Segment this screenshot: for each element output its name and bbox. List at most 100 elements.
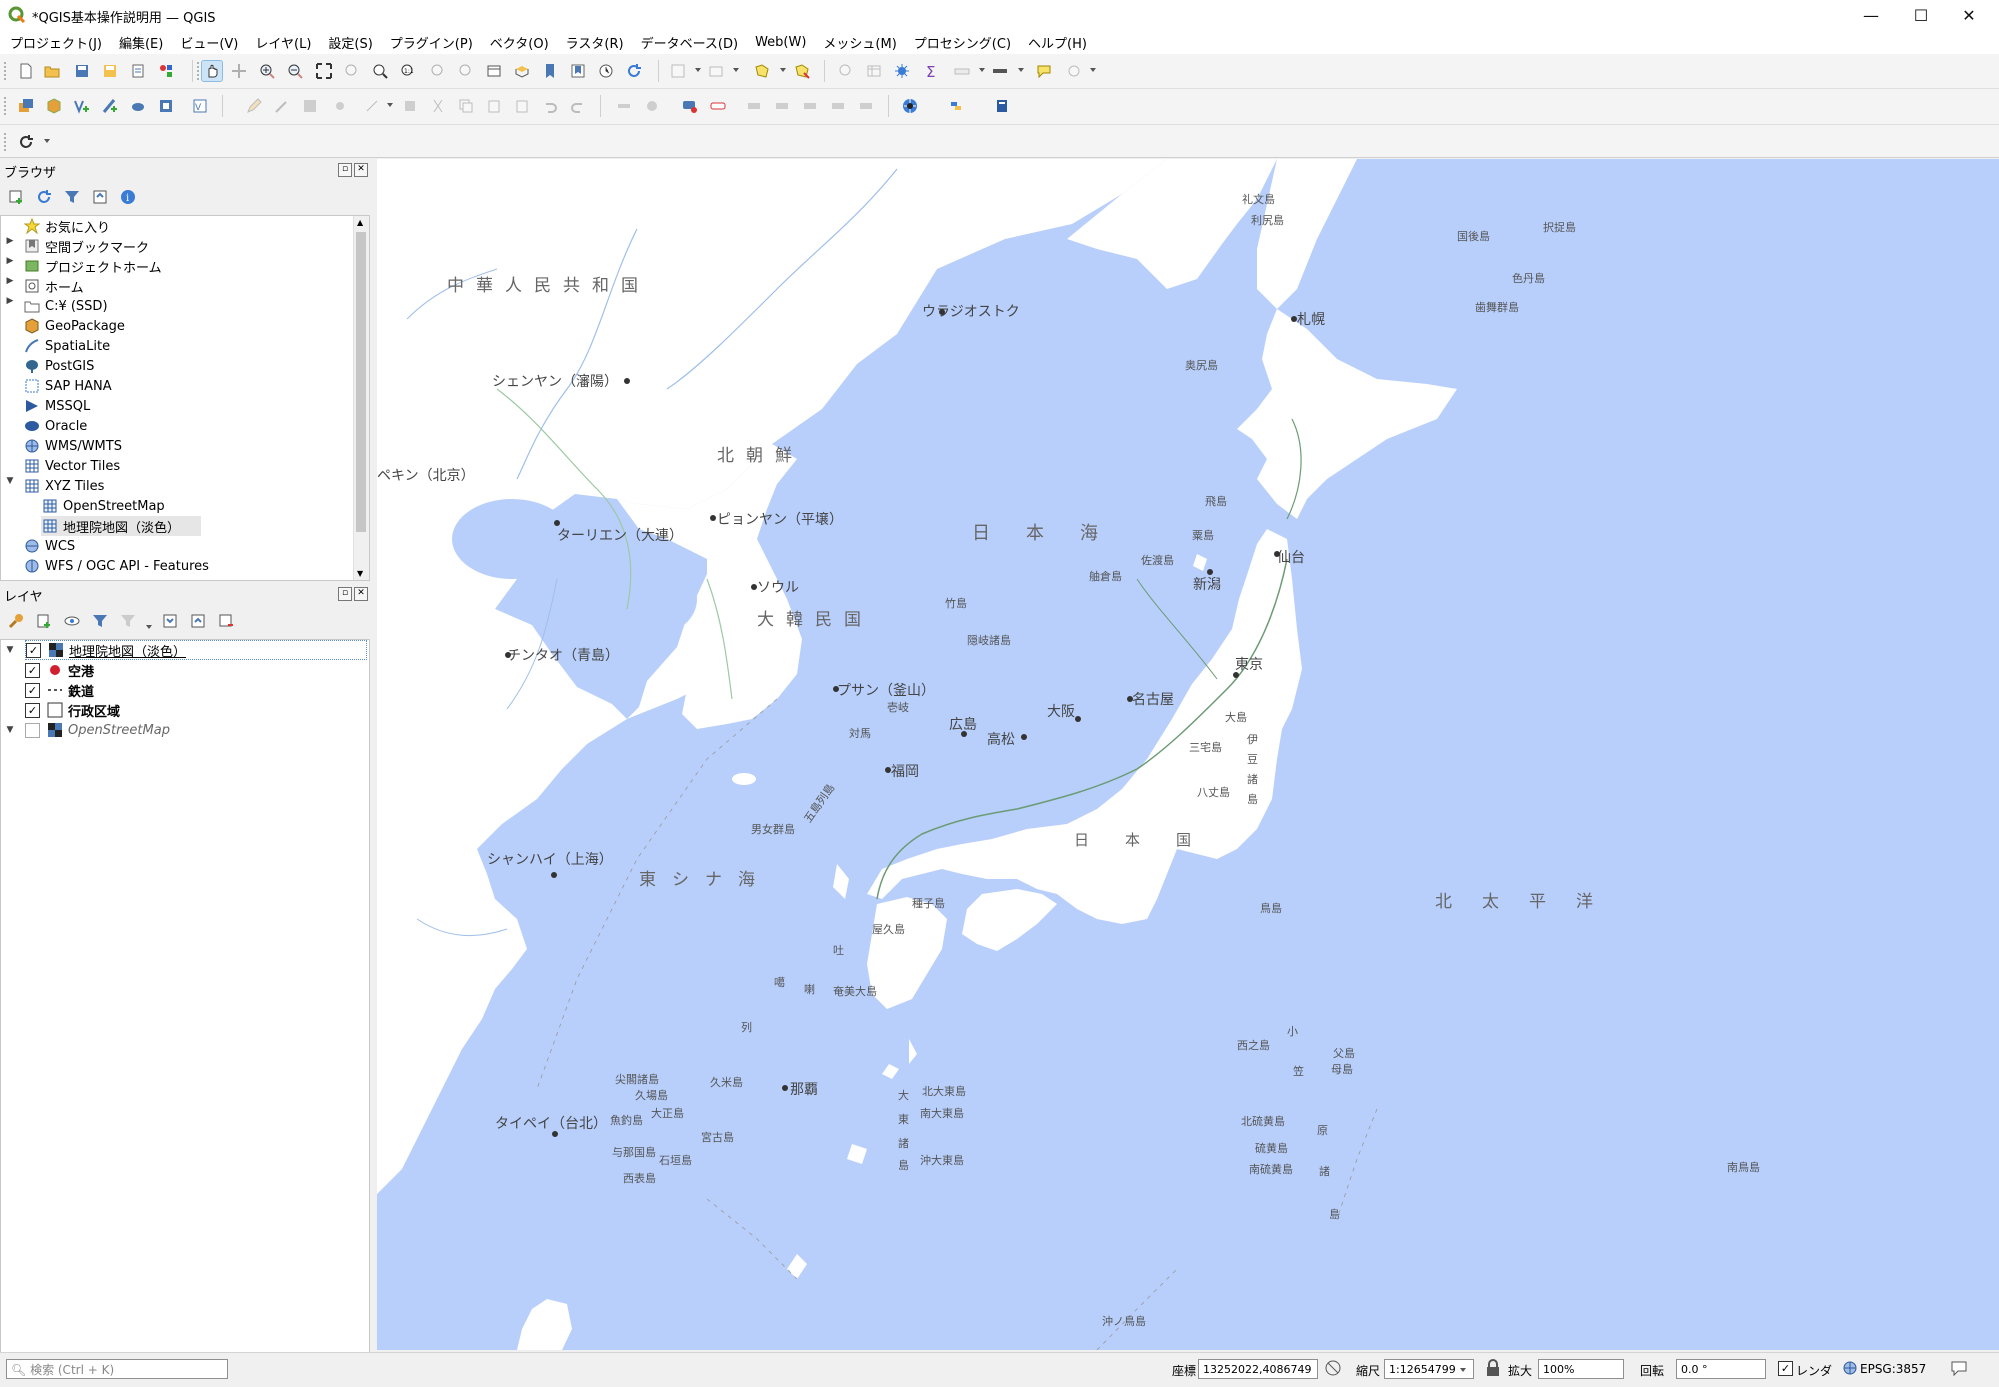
pan-hand-icon[interactable] xyxy=(201,60,223,82)
new-map-view-icon[interactable] xyxy=(484,61,504,81)
zoom-layer-icon[interactable] xyxy=(370,61,390,81)
save-as-icon[interactable] xyxy=(100,61,120,81)
panel-float-icon[interactable]: ▫ xyxy=(338,587,352,601)
magnifier-spinbox[interactable]: 100% xyxy=(1538,1359,1624,1379)
data-source-manager-icon[interactable] xyxy=(16,96,36,116)
statistics-sigma-icon[interactable]: Σ xyxy=(922,61,942,81)
remove-layer-icon[interactable] xyxy=(216,611,236,631)
cut-features-icon[interactable] xyxy=(428,96,448,116)
filter-legend-icon[interactable] xyxy=(90,611,110,631)
browser-item-wcs[interactable]: WCS xyxy=(23,536,75,556)
browser-item-project-home[interactable]: プロジェクトホーム xyxy=(23,256,162,276)
label-pin-all-icon[interactable] xyxy=(856,96,876,116)
menu-project[interactable]: プロジェクト(J) xyxy=(0,33,109,52)
add-virtual-layer-icon[interactable]: V xyxy=(190,96,210,116)
menu-plugins[interactable]: プラグイン(P) xyxy=(380,33,480,52)
rotation-spinbox[interactable]: 0.0 ° xyxy=(1676,1359,1766,1379)
scroll-thumb[interactable] xyxy=(356,232,366,532)
add-spatialite-icon[interactable] xyxy=(128,96,148,116)
map-canvas[interactable]: 中華人民共和国 ウラジオストク シェンヤン（瀋陽） 北朝鮮 ペキン（北京） ター… xyxy=(377,159,1999,1350)
toolbar-grip[interactable] xyxy=(4,133,9,151)
collapse-arrow-icon[interactable]: ▼ xyxy=(5,725,15,735)
collapse-all-layers-icon[interactable] xyxy=(188,611,208,631)
copy-features-icon[interactable] xyxy=(456,96,476,116)
open-project-icon[interactable] xyxy=(42,61,62,81)
layer-item-gsi-pale[interactable]: ✓ 地理院地図（淡色） xyxy=(25,640,367,660)
save-edits-icon[interactable] xyxy=(300,96,320,116)
show-bookmarks-icon[interactable] xyxy=(568,61,588,81)
add-group-icon[interactable] xyxy=(34,611,54,631)
add-raster-icon[interactable] xyxy=(156,96,176,116)
panel-close-icon[interactable]: ✕ xyxy=(354,587,368,601)
identify-select-icon[interactable] xyxy=(668,61,688,81)
toolbar-grip[interactable] xyxy=(4,97,9,115)
browser-item-oracle[interactable]: Oracle xyxy=(23,416,87,436)
browser-item-home[interactable]: ホーム xyxy=(23,276,84,296)
add-delimited-text-icon[interactable] xyxy=(100,96,120,116)
properties-info-icon[interactable]: i xyxy=(118,187,138,207)
menu-vector[interactable]: ベクタ(O) xyxy=(480,33,556,52)
messages-icon[interactable] xyxy=(1950,1359,1968,1380)
collapse-arrow-icon[interactable]: ▼ xyxy=(5,476,15,486)
pan-to-selection-icon[interactable] xyxy=(229,61,249,81)
select-features-icon[interactable] xyxy=(752,61,772,81)
browser-scrollbar[interactable]: ▲ ▼ xyxy=(353,216,369,580)
browser-item-gsi-pale[interactable]: 地理院地図（淡色） xyxy=(41,516,201,536)
ruler-icon[interactable] xyxy=(990,61,1010,81)
digitize-shape-icon[interactable] xyxy=(642,96,662,116)
new-project-icon[interactable] xyxy=(16,61,36,81)
expand-arrow-icon[interactable]: ▶ xyxy=(5,276,15,286)
zoom-full-icon[interactable] xyxy=(314,61,334,81)
select-by-value-icon[interactable] xyxy=(706,61,726,81)
label-rotate-icon[interactable] xyxy=(772,96,792,116)
zoom-selection-icon[interactable] xyxy=(342,61,362,81)
layer-visibility-checkbox[interactable] xyxy=(25,722,40,738)
expand-arrow-icon[interactable]: ▶ xyxy=(5,256,15,266)
vertex-tool-icon[interactable] xyxy=(362,96,382,116)
layer-visibility-checkbox[interactable]: ✓ xyxy=(26,642,41,658)
chevron-down-icon[interactable] xyxy=(1460,1368,1466,1372)
close-button[interactable]: ✕ xyxy=(1946,0,1992,30)
add-vector-icon[interactable] xyxy=(72,96,92,116)
browser-item-spatialite[interactable]: SpatiaLite xyxy=(23,336,110,356)
python-console-icon[interactable] xyxy=(946,96,966,116)
map-tips-icon[interactable] xyxy=(1034,61,1054,81)
undo-icon[interactable] xyxy=(540,96,560,116)
layer-item-openstreetmap[interactable]: OpenStreetMap xyxy=(25,720,170,740)
toolbar-grip[interactable] xyxy=(4,62,9,80)
browser-item-drive[interactable]: C:¥ (SSD) xyxy=(23,296,108,316)
panel-close-icon[interactable]: ✕ xyxy=(354,163,368,177)
collapse-all-icon[interactable] xyxy=(90,187,110,207)
zoom-last-icon[interactable] xyxy=(428,61,448,81)
new-bookmark-icon[interactable] xyxy=(540,61,560,81)
label-change-icon[interactable] xyxy=(800,96,820,116)
browser-item-xyz-tiles[interactable]: XYZ Tiles xyxy=(23,476,104,496)
collapse-arrow-icon[interactable]: ▼ xyxy=(5,645,15,655)
label-show-hide-icon[interactable] xyxy=(828,96,848,116)
browser-item-postgis[interactable]: PostGIS xyxy=(23,356,94,376)
menu-settings[interactable]: 設定(S) xyxy=(318,33,379,52)
style-manager-icon[interactable] xyxy=(156,61,176,81)
scroll-down-arrow[interactable]: ▼ xyxy=(357,569,363,578)
filter-browser-icon[interactable] xyxy=(62,187,82,207)
label-highlight-icon[interactable] xyxy=(708,96,728,116)
temporal-controller-icon[interactable] xyxy=(596,61,616,81)
browser-item-wfs[interactable]: WFS / OGC API - Features xyxy=(23,556,209,576)
zoom-next-icon[interactable] xyxy=(456,61,476,81)
reload-icon[interactable] xyxy=(16,132,36,152)
style-layer-icon[interactable] xyxy=(6,611,26,631)
maximize-button[interactable]: ☐ xyxy=(1898,0,1944,30)
filter-expression-icon[interactable] xyxy=(118,611,138,631)
browser-item-favorites[interactable]: お気に入り xyxy=(23,216,110,236)
manage-visibility-icon[interactable] xyxy=(62,611,82,631)
paste-icon[interactable] xyxy=(512,96,532,116)
expand-arrow-icon[interactable]: ▶ xyxy=(5,296,15,306)
layer-visibility-checkbox[interactable]: ✓ xyxy=(25,662,40,678)
processing-toolbox-icon[interactable] xyxy=(892,61,912,81)
deselect-icon[interactable] xyxy=(792,61,812,81)
add-selected-layers-icon[interactable] xyxy=(6,187,26,207)
refresh-browser-icon[interactable] xyxy=(34,187,54,207)
menu-view[interactable]: ビュー(V) xyxy=(170,33,245,52)
menu-mesh[interactable]: メッシュ(M) xyxy=(813,33,903,52)
browser-item-geopackage[interactable]: GeoPackage xyxy=(23,316,125,336)
